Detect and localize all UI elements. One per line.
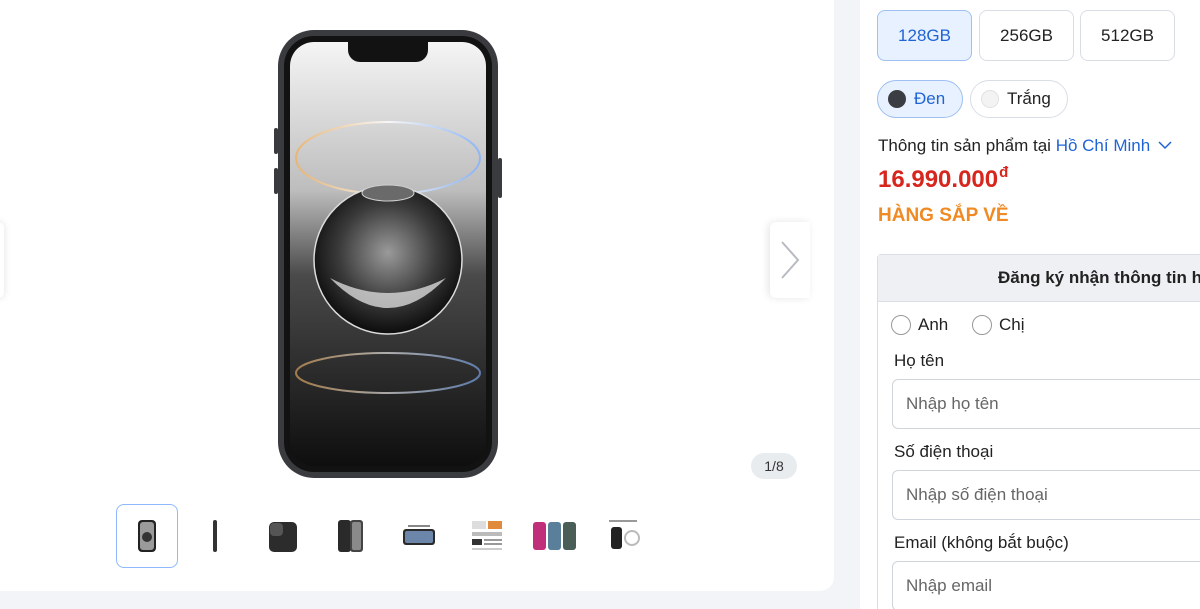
black-swatch-icon — [888, 90, 906, 108]
color-option-black[interactable]: Đen — [877, 80, 963, 118]
phone-front-thumbnail-image — [138, 520, 156, 552]
phone-pair-thumbnail-image — [338, 520, 363, 552]
product-detail-panel: 128GB 256GB 512GB Đen Trắng Thông tin sả… — [860, 0, 1200, 609]
email-label: Email (không bắt buộc) — [894, 533, 1069, 552]
form-title: Đăng ký nhận thông tin hàng về — [878, 255, 1200, 302]
image-counter: 1/8 — [751, 453, 797, 479]
location-info-label: Thông tin sản phẩm tại — [878, 136, 1051, 155]
storage-option-512gb[interactable]: 512GB — [1080, 10, 1175, 61]
phone-back-thumbnail-image — [269, 522, 297, 552]
price-value: 16.990.000 — [878, 166, 999, 193]
next-image-button[interactable] — [770, 222, 810, 298]
product-price: 16.990.000đ — [878, 164, 1009, 194]
name-label: Họ tên — [894, 351, 945, 370]
city-selector[interactable]: Hồ Chí Minh — [1056, 136, 1172, 155]
thumbnail-phone-landscape[interactable] — [388, 504, 450, 568]
notify-register-form: Đăng ký nhận thông tin hàng về Anh Chị H… — [877, 254, 1200, 609]
product-main-image — [274, 30, 502, 478]
thumbnail-phone-front[interactable] — [116, 504, 178, 568]
location-info: Thông tin sản phẩm tại Hồ Chí Minh — [878, 136, 1172, 156]
color-option-white[interactable]: Trắng — [970, 80, 1068, 118]
color-option-label: Trắng — [1007, 89, 1051, 108]
salutation-male-radio[interactable]: Anh — [891, 315, 948, 335]
storage-option-256gb[interactable]: 256GB — [979, 10, 1074, 61]
thumbnail-box-contents[interactable] — [592, 504, 654, 568]
email-field[interactable] — [892, 561, 1200, 609]
color-cases-thumbnail-image — [533, 522, 576, 550]
thumbnail-phone-back[interactable] — [252, 504, 314, 568]
thumbnail-spec-sheet[interactable] — [456, 504, 518, 568]
salutation-female-radio[interactable]: Chị — [972, 315, 1025, 335]
storage-option-128gb[interactable]: 128GB — [877, 10, 972, 61]
phone-landscape-thumbnail-image — [403, 525, 435, 545]
salutation-female-label: Chị — [999, 315, 1025, 334]
color-option-label: Đen — [914, 89, 946, 108]
product-gallery: 1/8 — [0, 0, 834, 591]
previous-image-button[interactable] — [0, 222, 4, 298]
white-swatch-icon — [981, 90, 999, 108]
thumbnail-phone-front-back[interactable] — [320, 504, 382, 568]
name-field[interactable] — [892, 379, 1200, 429]
radio-circle-icon — [891, 315, 911, 335]
thumbnail-phone-side[interactable] — [184, 504, 246, 568]
stock-status: HÀNG SẮP VỀ — [878, 205, 1009, 226]
city-name: Hồ Chí Minh — [1055, 136, 1151, 155]
phone-field[interactable] — [892, 470, 1200, 520]
spec-sheet-thumbnail-image — [472, 521, 502, 550]
phone-side-thumbnail-image — [213, 520, 217, 552]
thumbnail-color-cases[interactable] — [524, 504, 586, 568]
radio-circle-icon — [972, 315, 992, 335]
salutation-male-label: Anh — [918, 315, 949, 334]
chevron-right-icon — [781, 241, 800, 279]
box-contents-thumbnail-image — [609, 520, 640, 549]
currency-symbol: đ — [999, 164, 1009, 181]
chevron-down-icon — [1158, 141, 1172, 150]
phone-label: Số điện thoại — [894, 442, 994, 461]
